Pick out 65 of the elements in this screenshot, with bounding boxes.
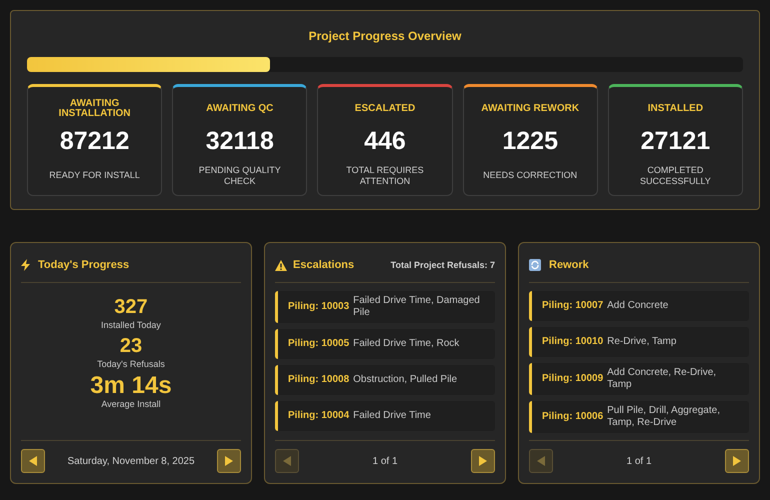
item-description: Re-Drive, Tamp: [607, 336, 676, 348]
stat-label: Today's Refusals: [97, 358, 165, 371]
list-item[interactable]: Piling: 10005 Failed Drive Time, Rock: [275, 328, 495, 358]
refusals-total: Total Project Refusals: 7: [390, 258, 495, 272]
refresh-icon: [529, 259, 541, 272]
page-indicator: Saturday, November 8, 2025: [67, 454, 195, 468]
item-description: Add Concrete, Re-Drive, Tamp: [607, 366, 718, 390]
card-label: AWAITING REWORK: [481, 102, 580, 116]
stat-value: 23: [120, 334, 142, 358]
piling-id: Piling: 10008: [288, 373, 350, 387]
list-item[interactable]: Piling: 10004 Failed Drive Time: [275, 400, 495, 430]
card-caption: PENDING QUALITY CHECK: [198, 164, 282, 186]
card-caption: NEEDS CORRECTION: [482, 169, 578, 182]
piling-id: Piling: 10006: [542, 410, 604, 424]
card-value: 32118: [206, 126, 274, 157]
piling-id: Piling: 10007: [542, 299, 604, 313]
list-item[interactable]: Piling: 10008 Obstruction, Pulled Pile: [275, 364, 495, 394]
stat-value: 327: [114, 294, 148, 318]
item-description: Obstruction, Pulled Pile: [353, 374, 458, 386]
piling-id: Piling: 10009: [542, 372, 604, 386]
item-description: Failed Drive Time, Damaged Pile: [353, 294, 481, 318]
card-caption: READY FOR INSTALL: [48, 169, 141, 182]
card-label: INSTALLED: [648, 102, 704, 116]
piling-id: Piling: 10004: [288, 409, 350, 423]
stat-label: Installed Today: [101, 318, 161, 332]
right-triangle-icon: [479, 456, 487, 466]
item-description: Add Concrete: [607, 300, 668, 312]
list-item[interactable]: Piling: 10006 Pull Pile, Drill, Aggregate, Tamp, Re-Drive: [529, 400, 749, 432]
next-button[interactable]: [216, 449, 241, 473]
warning-icon: [275, 260, 287, 271]
stat-value: 3m 14s: [90, 374, 172, 398]
lightning-icon: [21, 259, 30, 272]
left-triangle-icon: [29, 456, 37, 466]
list-item[interactable]: Piling: 10007 Add Concrete: [529, 290, 749, 320]
panel-title: Today's Progress: [38, 258, 130, 273]
card-value: 27121: [640, 126, 710, 157]
card-value: 1225: [502, 126, 558, 157]
card-value: 446: [364, 126, 406, 157]
list-item[interactable]: Piling: 10010 Re-Drive, Tamp: [529, 326, 749, 356]
card-label: AWAITING QC: [206, 102, 274, 116]
piling-id: Piling: 10003: [288, 300, 350, 314]
previous-button[interactable]: [21, 449, 45, 473]
left-triangle-icon: [283, 456, 291, 466]
card-label: AWAITING INSTALLATION: [58, 99, 132, 119]
panel-title: Escalations: [293, 258, 354, 273]
item-description: Failed Drive Time, Rock: [353, 338, 460, 350]
piling-id: Piling: 10010: [542, 335, 604, 349]
card-caption: COMPLETED SUCCESSFULLY: [638, 164, 712, 186]
page-indicator: 1 of 1: [372, 454, 398, 468]
next-button[interactable]: [471, 449, 495, 473]
page-indicator: 1 of 1: [626, 454, 652, 468]
item-description: Pull Pile, Drill, Aggregate, Tamp, Re-Drive: [607, 404, 721, 428]
card-caption: TOTAL REQUIRES ATTENTION: [345, 164, 425, 186]
stat-label: Average Install: [101, 398, 161, 411]
piling-id: Piling: 10005: [288, 337, 350, 351]
card-label: ESCALATED: [354, 102, 416, 116]
item-description: Failed Drive Time: [353, 410, 431, 422]
panel-title: Rework: [549, 258, 589, 273]
left-triangle-icon: [537, 456, 545, 466]
right-triangle-icon: [224, 456, 233, 466]
next-button[interactable]: [725, 449, 749, 473]
list-item[interactable]: Piling: 10003 Failed Drive Time, Damaged Pile: [275, 290, 495, 322]
right-triangle-icon: [733, 456, 741, 466]
card-value: 87212: [60, 126, 130, 157]
overview-title: Project Progress Overview: [308, 28, 462, 45]
